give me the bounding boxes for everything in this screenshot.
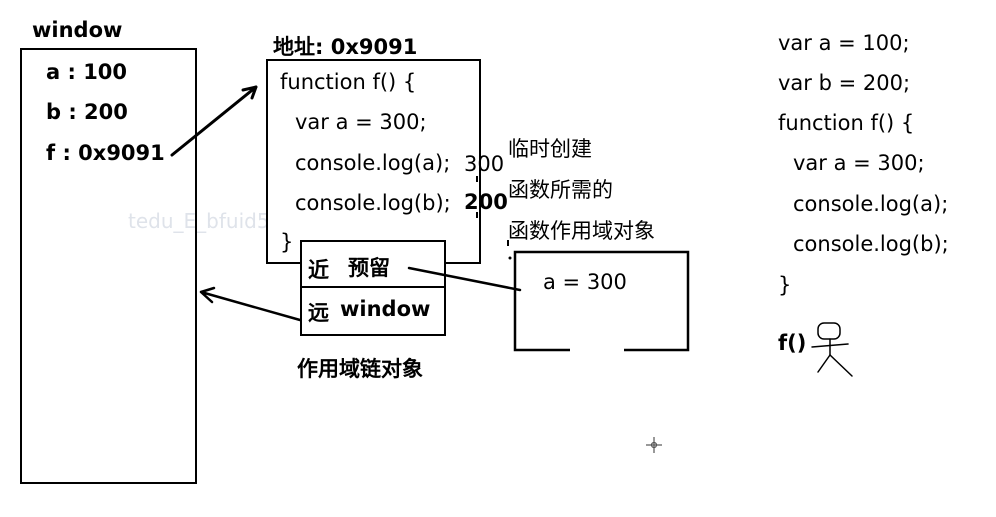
dot-mark [508, 256, 512, 260]
function-line-3: console.log(a); [295, 151, 451, 175]
temp-note-line-1: 临时创建 [508, 137, 592, 161]
temp-scope-content: a = 300 [543, 270, 627, 294]
call-f: f() [778, 331, 807, 355]
scope-near-label: 近 [308, 258, 329, 282]
code-line-3: function f() { [778, 111, 915, 135]
scope-far-value: window [340, 297, 431, 321]
function-line-5: } [280, 230, 294, 254]
function-line-4: console.log(b); [295, 191, 451, 215]
temp-scope-box [513, 250, 690, 352]
code-line-4: var a = 300; [793, 151, 925, 175]
code-line-5: console.log(a); [793, 192, 949, 216]
code-line-7: } [778, 273, 792, 297]
window-var-b: b : 200 [46, 100, 128, 124]
function-line-2: var a = 300; [295, 110, 427, 134]
code-line-1: var a = 100; [778, 31, 910, 55]
temp-note-line-3: 函数作用域对象 [508, 219, 655, 243]
scope-far-label: 远 [308, 301, 329, 325]
cursor-crosshair-icon [646, 437, 662, 453]
code-line-6: console.log(b); [793, 232, 949, 256]
output-b: 200 [464, 190, 508, 214]
temp-note-line-2: 函数所需的 [508, 178, 613, 202]
function-address: 地址: 0x9091 [273, 35, 418, 59]
window-var-a: a : 100 [46, 60, 128, 84]
function-line-1: function f() { [280, 70, 417, 94]
output-a: 300 [464, 152, 505, 176]
stick-figure-icon [811, 322, 853, 377]
far-pointer-arrow [199, 286, 302, 322]
window-var-f: f : 0x9091 [46, 141, 165, 165]
scope-chain-divider [300, 286, 446, 288]
code-line-2: var b = 200; [778, 71, 911, 95]
window-title: window [32, 18, 123, 42]
scope-near-value: 预留 [348, 256, 390, 280]
scope-chain-caption: 作用域链对象 [297, 357, 423, 381]
